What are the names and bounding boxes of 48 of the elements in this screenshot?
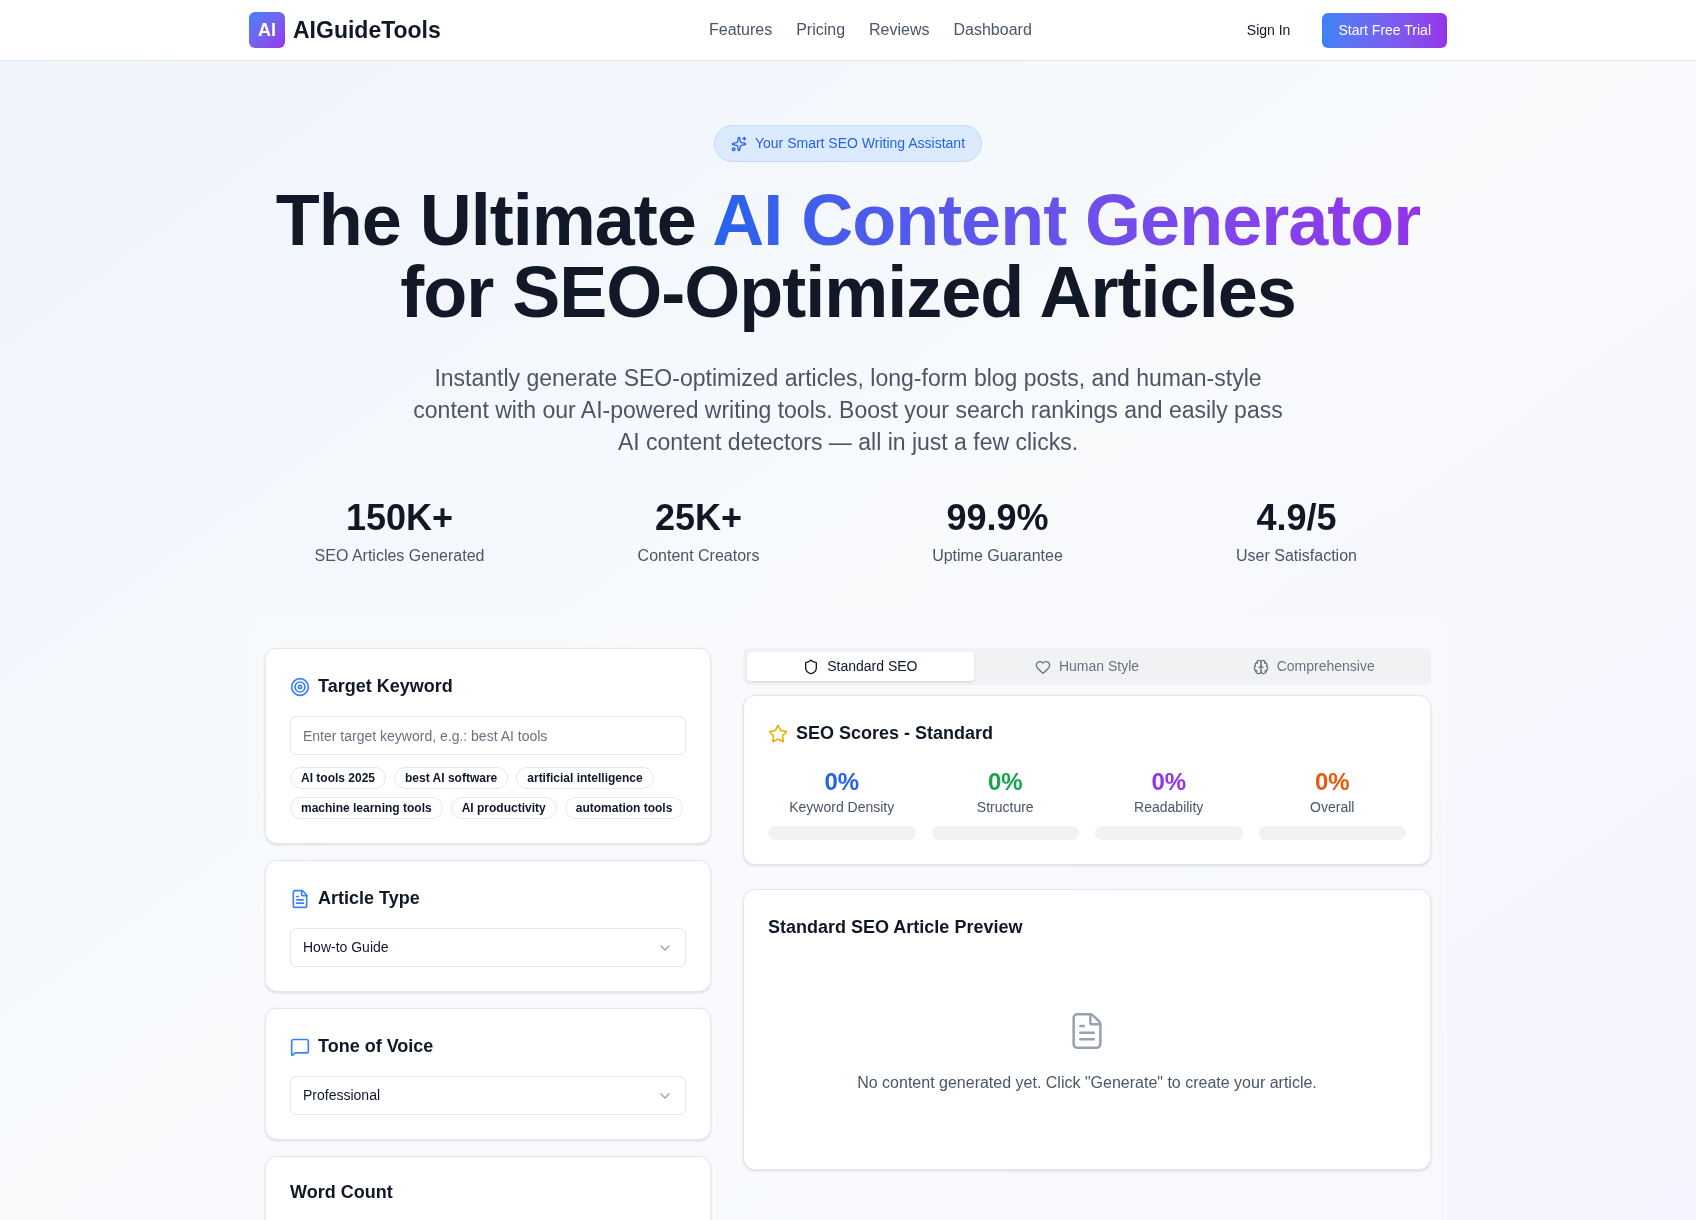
hero-subtitle: Instantly generate SEO-optimized articles, long-form blog posts, and human-style content with our AI-powered writing tools. Boost your search rankings and easily pass AI content detectors — all in just a few clicks. <box>412 364 1284 457</box>
brain-icon <box>1252 658 1269 675</box>
stat-label: Uptime Guarantee <box>932 546 1063 566</box>
document-icon <box>290 888 310 909</box>
start-trial-button[interactable]: Start Free Trial <box>1322 12 1447 48</box>
sign-in-link[interactable]: Sign In <box>1246 19 1291 41</box>
heart-icon <box>1034 658 1051 675</box>
nav-link[interactable]: Features <box>709 18 773 42</box>
star-icon <box>768 723 788 744</box>
dropdown-select[interactable]: How-to Guide <box>290 928 686 967</box>
stat-label: User Satisfaction <box>1236 546 1357 566</box>
empty-state-message: No content generated yet. Click "Generate" to create your article. <box>857 1073 1317 1093</box>
nav-link[interactable]: Reviews <box>869 18 930 42</box>
card-title: Tone of Voice <box>318 1035 434 1058</box>
stat-value: 99.9% <box>946 496 1049 540</box>
brand-name: AIGuideTools <box>293 15 441 45</box>
target-icon <box>290 676 310 697</box>
score-value: 0% <box>987 767 1023 797</box>
score-value: 0% <box>1314 767 1350 797</box>
hero-headline: The Ultimate AI Content Generator for SEO-Optimized Articles <box>274 180 1422 332</box>
score-value: 0% <box>824 767 860 797</box>
logo-mark: AI <box>249 12 285 48</box>
card-title: Article Type <box>318 887 420 910</box>
tab[interactable]: Human Style <box>973 652 1201 681</box>
badge-text: Your Smart SEO Writing Assistant <box>754 134 966 153</box>
sparkles-icon <box>730 135 747 152</box>
stat-value: 4.9/5 <box>1256 496 1337 540</box>
score-value: 0% <box>1151 767 1187 797</box>
stat-value: 25K+ <box>654 496 743 540</box>
score-label: Readability <box>1134 798 1204 817</box>
card-title: Target Keyword <box>318 675 453 698</box>
keyword-input-field[interactable]: Enter target keyword, e.g.: best AI tools <box>290 716 686 755</box>
dropdown-select[interactable]: Professional <box>290 1076 686 1115</box>
score-label: Structure <box>976 798 1034 817</box>
card-title: SEO Scores - Standard <box>796 722 994 745</box>
shield-icon <box>803 658 820 675</box>
card-title: Standard SEO Article Preview <box>768 916 1024 939</box>
chat-bubble-icon <box>290 1036 310 1057</box>
score-label: Overall <box>1310 798 1355 817</box>
nav-link[interactable]: Pricing <box>796 18 846 42</box>
score-label: Keyword Density <box>789 798 895 817</box>
tab[interactable]: Comprehensive <box>1200 652 1427 681</box>
stat-label: Content Creators <box>637 546 760 566</box>
stat-label: SEO Articles Generated <box>314 546 485 566</box>
stat-value: 150K+ <box>345 496 454 540</box>
tab[interactable]: Standard SEO <box>747 652 974 681</box>
card-title: Word Count <box>290 1182 393 1202</box>
nav-link[interactable]: Dashboard <box>953 18 1032 42</box>
